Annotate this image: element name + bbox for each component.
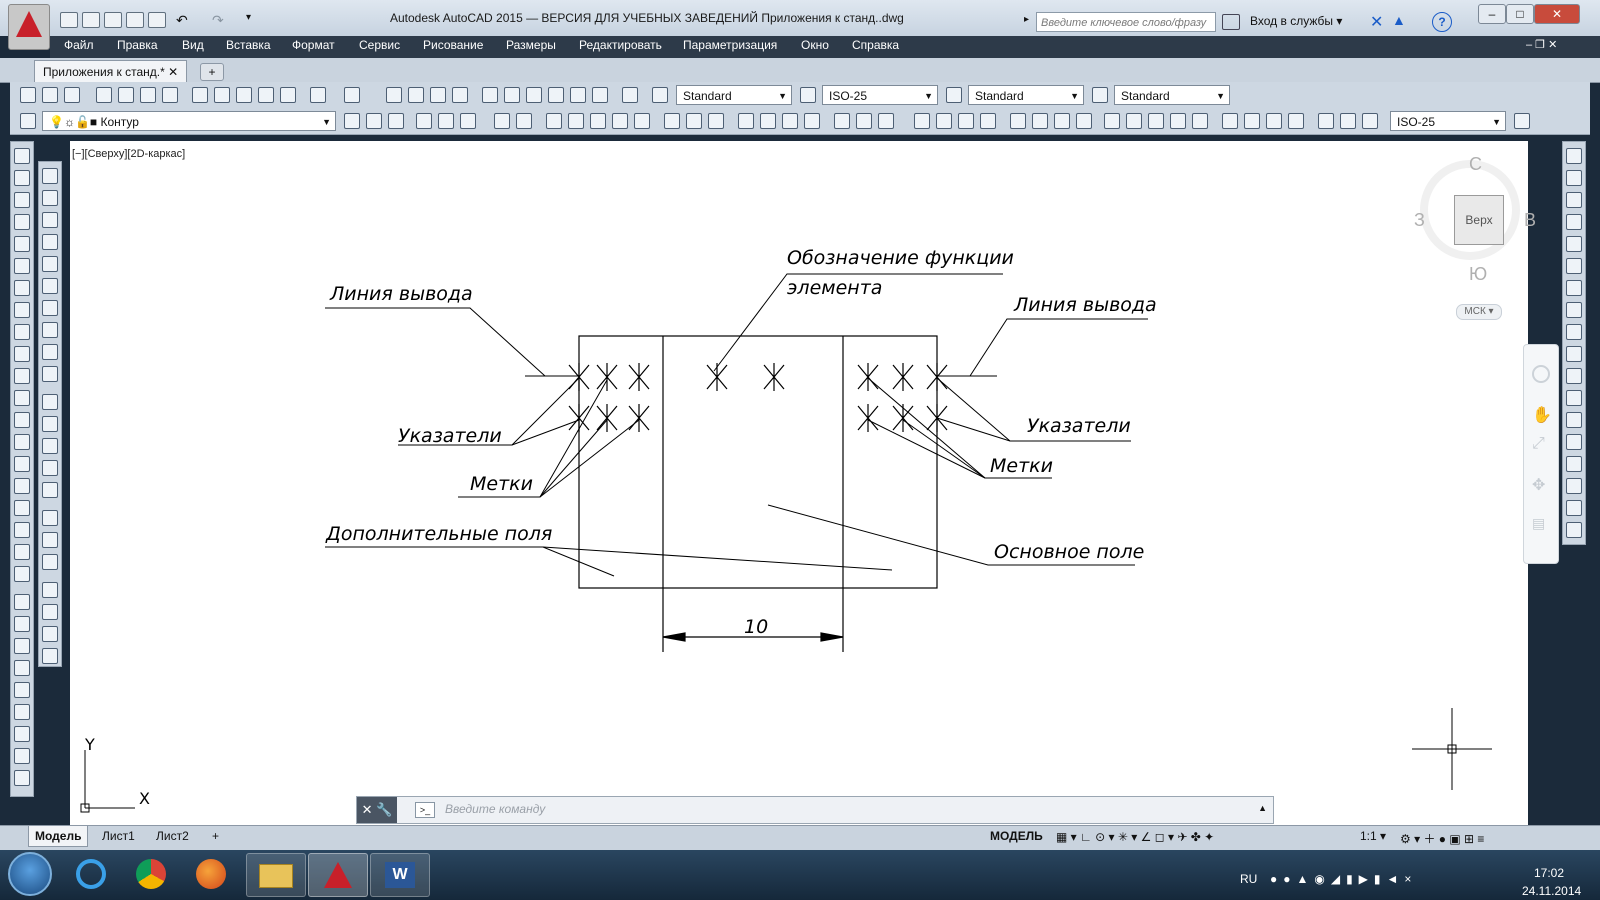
showmotion-icon[interactable]: ▤ xyxy=(1532,515,1545,532)
viewcube-top-face[interactable]: Верх xyxy=(1454,195,1504,245)
clock-time[interactable]: 17:02 xyxy=(1534,866,1564,880)
annotation-scale-value: 1:1 xyxy=(1360,829,1377,843)
label-extra-fields: Дополнительные поля xyxy=(325,523,552,545)
compass-north[interactable]: С xyxy=(1469,154,1482,175)
label-function-line1: Обозначение функции xyxy=(787,247,1014,269)
label-pointers-left: Указатели xyxy=(398,425,502,447)
crosshair-cursor xyxy=(1412,708,1492,790)
label-lead-right: Линия вывода xyxy=(1013,294,1157,316)
tab-sheet2[interactable]: Лист2 xyxy=(150,826,195,846)
chrome-icon[interactable] xyxy=(122,853,180,895)
ucs-menu-button[interactable]: МСК ▾ xyxy=(1456,304,1502,320)
compass-south[interactable]: Ю xyxy=(1469,264,1487,285)
word-icon[interactable]: W xyxy=(370,853,430,897)
clock-date[interactable]: 24.11.2014 xyxy=(1522,884,1581,898)
command-prompt-icon[interactable]: >_ xyxy=(415,802,435,818)
ucs-y-label: Y xyxy=(84,735,95,754)
command-close-icon[interactable]: ✕ 🔧 xyxy=(357,797,397,823)
drawing-labels: Линия вывода Обозначение функции элемент… xyxy=(325,247,1157,638)
label-lead-left: Линия вывода xyxy=(329,283,473,305)
frame-rect xyxy=(578,335,938,589)
explorer-icon[interactable] xyxy=(246,853,306,897)
status-tools[interactable]: ⚙ ▾ ＋ ● ▣ ⊞ ≡ xyxy=(1400,830,1484,847)
command-history-icon[interactable]: ▲ xyxy=(1258,803,1267,813)
internet-explorer-icon[interactable] xyxy=(62,853,120,895)
dim-arrow-left xyxy=(662,632,686,642)
pan-hand-icon[interactable]: ✋ xyxy=(1532,405,1552,425)
label-marks-right: Метки xyxy=(990,455,1053,477)
navigation-bar: ✋ ⤢ ✥ ▤ xyxy=(1523,344,1559,564)
command-line: ✕ 🔧 >_ Введите команду ▲ xyxy=(356,796,1274,824)
drawing-geometry xyxy=(80,273,1492,813)
status-toggles[interactable]: ▦ ▾ ∟ ⊙ ▾ ✳ ▾ ∠ ◻ ▾ ✈ ✤ ✦ xyxy=(1056,830,1214,844)
label-main-field: Основное поле xyxy=(994,541,1144,563)
label-function-line2: элемента xyxy=(787,277,882,299)
zoom-extents-icon[interactable]: ⤢ xyxy=(1532,435,1545,453)
new-layout-icon[interactable]: + xyxy=(206,826,225,846)
command-input[interactable]: Введите команду xyxy=(445,802,545,816)
steering-wheel-icon[interactable] xyxy=(1532,365,1550,383)
compass-east[interactable]: В xyxy=(1524,210,1536,231)
model-space-toggle[interactable]: МОДЕЛЬ xyxy=(990,829,1043,843)
ucs-icon xyxy=(80,750,135,813)
tab-sheet1[interactable]: Лист1 xyxy=(96,826,141,846)
label-pointers-right: Указатели xyxy=(1027,415,1131,437)
annotation-scale[interactable]: 1:1 ▾ xyxy=(1360,829,1386,843)
dim-arrow-right xyxy=(820,632,844,642)
ucs-label: МСК xyxy=(1464,306,1486,317)
autocad-taskbar-icon[interactable] xyxy=(308,853,368,897)
orbit-icon[interactable]: ✥ xyxy=(1532,475,1545,495)
tray-icons[interactable]: ●●▲◉◢▮▶▮◄× xyxy=(1270,872,1417,886)
drawing-svg: Линия вывода Обозначение функции элемент… xyxy=(80,247,1492,813)
dimension-value: 10 xyxy=(744,616,768,638)
tab-model[interactable]: Модель xyxy=(28,826,89,847)
compass-west[interactable]: З xyxy=(1414,210,1425,231)
firefox-icon[interactable] xyxy=(182,853,240,895)
start-button[interactable] xyxy=(8,852,52,896)
marks-center xyxy=(706,363,785,391)
ucs-labels: Y X xyxy=(84,735,150,808)
ucs-x-label: X xyxy=(139,789,150,808)
language-indicator[interactable]: RU xyxy=(1240,872,1257,886)
label-marks-left: Метки xyxy=(470,473,533,495)
